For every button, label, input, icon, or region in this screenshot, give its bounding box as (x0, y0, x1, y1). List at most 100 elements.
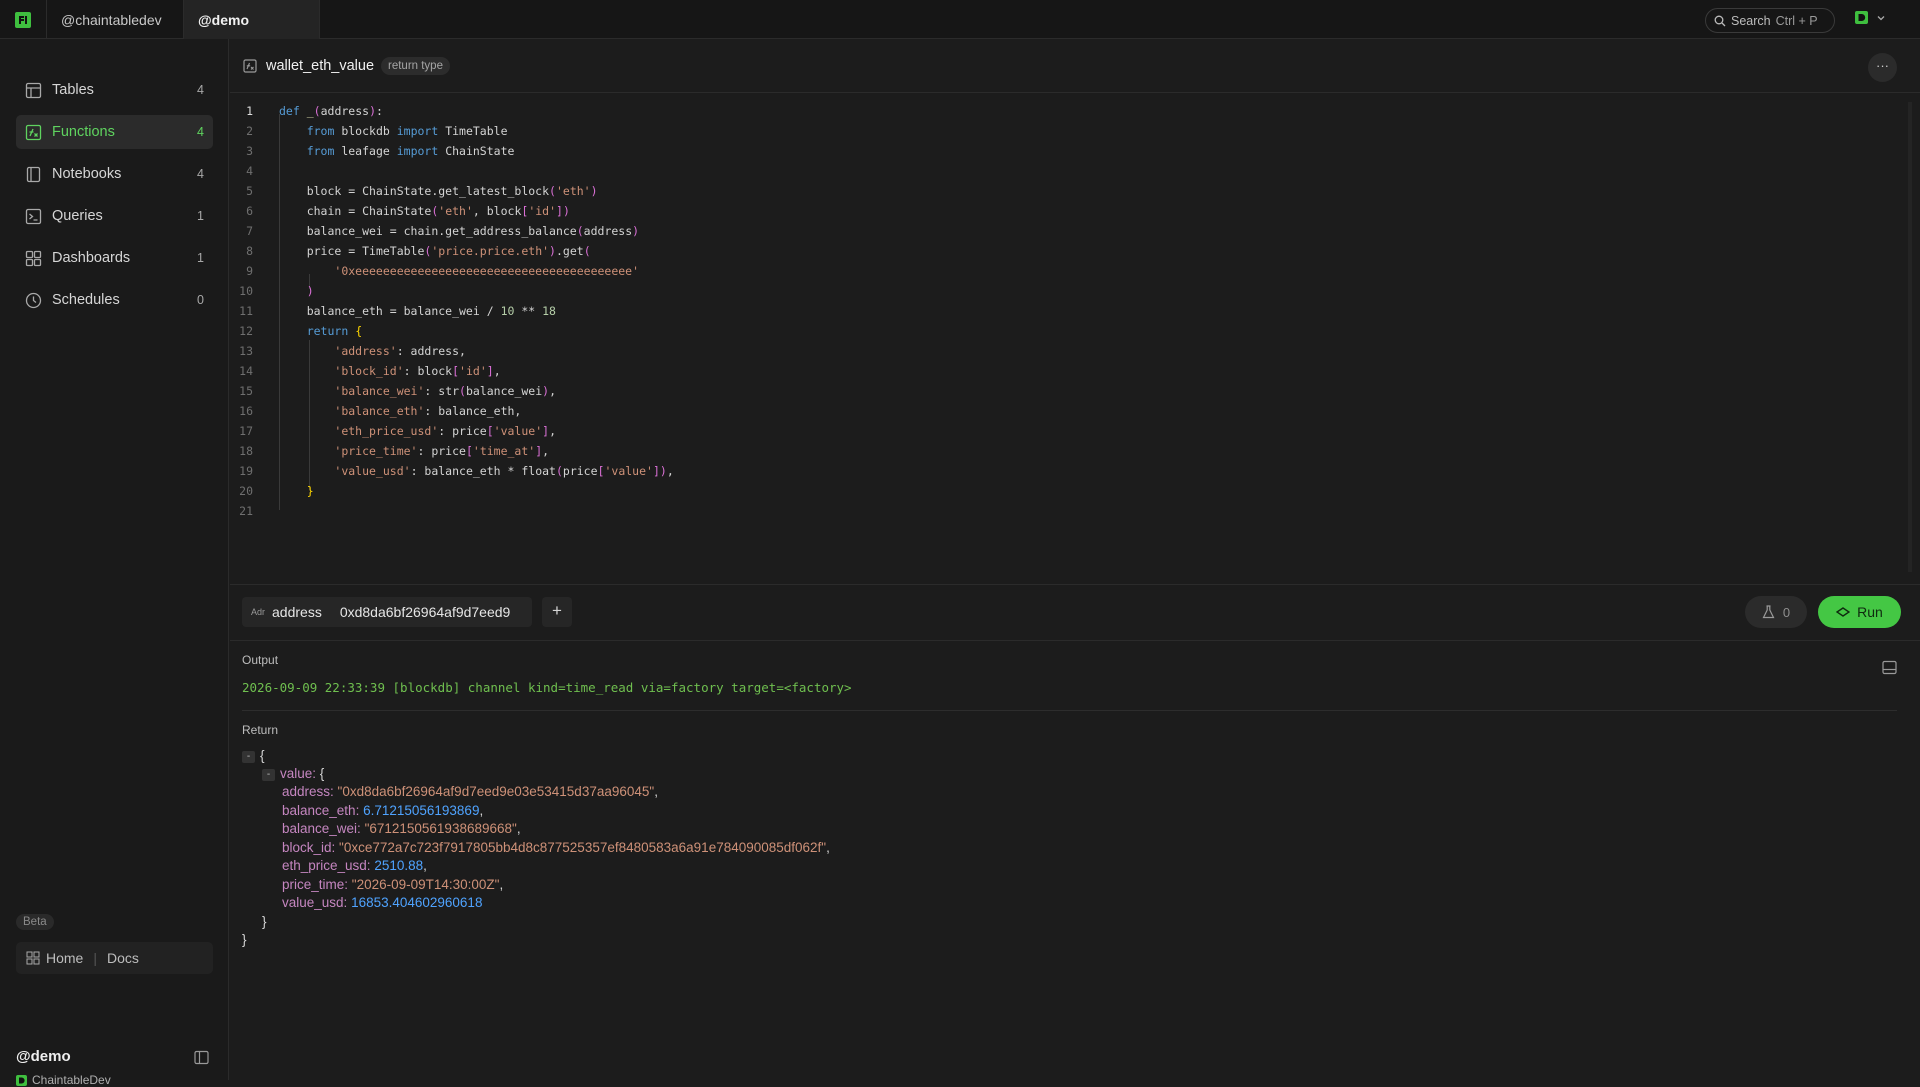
docs-link[interactable]: Docs (107, 950, 139, 966)
account-org[interactable]: ChaintableDev (16, 1073, 111, 1087)
line-number: 15 (239, 384, 253, 398)
sidebar-item-count: 4 (197, 125, 204, 139)
sidebar-item-label: Tables (52, 82, 94, 98)
line-number: 13 (239, 344, 253, 358)
code-editor[interactable]: 1 def _(address): 2 from blockdb import Ti… (230, 94, 1920, 583)
sidebar-item-functions[interactable]: Functions 4 (16, 115, 213, 149)
code-line[interactable]: 'price_time': price['time_at'], (279, 444, 549, 458)
output-panel: Output 2026-09-09 22:33:39 [blockdb] cha… (230, 642, 1920, 1080)
code-line[interactable]: 'block_id': block['id'], (279, 364, 500, 378)
code-line[interactable]: price = TimeTable('price.price.eth').get… (279, 244, 591, 258)
line-number: 20 (239, 484, 253, 498)
json-value[interactable]: "0xd8da6bf26964af9d7eed9e03e53415d37aa96… (338, 784, 655, 799)
code-line[interactable]: 'balance_eth': balance_eth, (279, 404, 521, 418)
collapse-toggle[interactable]: - (262, 769, 275, 781)
sidebar-item-label: Queries (52, 208, 103, 224)
sidebar: Tables 4 Functions 4 Notebooks 4 Queries… (0, 39, 229, 1087)
line-number: 8 (246, 244, 253, 258)
code-line[interactable]: balance_eth = balance_wei / 10 ** 18 (279, 304, 556, 318)
sidebar-item-label: Schedules (52, 292, 120, 308)
workspace-tab-demo[interactable]: @demo (184, 0, 320, 39)
code-line[interactable]: 'eth_price_usd': price['value'], (279, 424, 556, 438)
json-field: block_id: "0xce772a7c723f7917805bb4d8c87… (282, 839, 830, 855)
json-key: address: (282, 784, 338, 799)
sidebar-item-count: 4 (197, 167, 204, 181)
sidebar-item-tables[interactable]: Tables 4 (16, 73, 213, 107)
search-button[interactable]: Search Ctrl + P (1705, 8, 1835, 33)
return-type-badge[interactable]: return type (381, 57, 450, 75)
more-options-button[interactable]: ··· (1868, 53, 1897, 82)
json-value[interactable]: "0xce772a7c723f7917805bb4d8c877525357ef8… (339, 840, 826, 855)
sidebar-item-label: Dashboards (52, 250, 131, 266)
terminal-icon (25, 208, 42, 225)
function-icon (243, 59, 257, 73)
json-value[interactable]: "6712150561938689668" (365, 821, 517, 836)
code-line[interactable]: 'value_usd': balance_eth * float(price['… (279, 464, 673, 478)
account-name: @demo (16, 1048, 71, 1065)
footer-links: Home | Docs (16, 942, 213, 974)
code-line[interactable]: balance_wei = chain.get_address_balance(… (279, 224, 639, 238)
code-line[interactable]: block = ChainState.get_latest_block('eth… (279, 184, 598, 198)
json-field: eth_price_usd: 2510.88, (282, 858, 427, 873)
code-line[interactable]: } (279, 484, 314, 498)
chevron-down-icon (1876, 13, 1886, 23)
dashboard-icon (25, 250, 42, 267)
code-line[interactable]: 'balance_wei': str(balance_wei), (279, 384, 556, 398)
sidebar-item-schedules[interactable]: Schedules 0 (16, 283, 213, 317)
flask-icon (1762, 605, 1775, 619)
sidebar-item-dashboards[interactable]: Dashboards 1 (16, 241, 213, 275)
sidebar-item-notebooks[interactable]: Notebooks 4 (16, 157, 213, 191)
json-field: price_time: "2026-09-09T14:30:00Z", (282, 876, 504, 892)
code-line[interactable]: 'address': address, (279, 344, 466, 358)
sidebar-item-count: 1 (197, 251, 204, 265)
code-line[interactable]: ) (279, 284, 314, 298)
param-address[interactable]: Adr address 0xd8da6bf26964af9d7eed9 (242, 597, 532, 627)
line-number: 4 (246, 164, 253, 178)
collapse-toggle[interactable]: - (242, 751, 255, 763)
sidebar-item-queries[interactable]: Queries 1 (16, 199, 213, 233)
line-number: 7 (246, 224, 253, 238)
divider (242, 710, 1897, 711)
line-number: 19 (239, 464, 253, 478)
function-name[interactable]: wallet_eth_value (266, 58, 374, 74)
line-number: 6 (246, 204, 253, 218)
json-key: value_usd: (282, 895, 352, 910)
top-bar: @chaintabledev @demo Search Ctrl + P (0, 0, 1920, 39)
org-logo-icon (16, 1074, 27, 1086)
line-number: 21 (239, 504, 253, 518)
code-line[interactable]: from blockdb import TimeTable (279, 124, 508, 138)
line-number: 5 (246, 184, 253, 198)
json-value[interactable]: "2026-09-09T14:30:00Z" (352, 877, 500, 892)
workspace-tab-chaintabledev[interactable]: @chaintabledev (46, 0, 184, 39)
run-button[interactable]: Run (1818, 596, 1901, 628)
line-number: 16 (239, 404, 253, 418)
json-value[interactable]: 6.71215056193869 (363, 803, 479, 818)
line-number: 18 (239, 444, 253, 458)
add-param-button[interactable]: + (542, 597, 572, 627)
code-line[interactable]: def _(address): (279, 104, 383, 118)
json-value[interactable]: 2510.88 (374, 858, 423, 873)
home-link[interactable]: Home (46, 950, 83, 966)
json-field: balance_wei: "6712150561938689668", (282, 821, 521, 836)
function-header: wallet_eth_value return type ··· (230, 39, 1920, 93)
collapse-sidebar-icon[interactable] (194, 1050, 209, 1065)
panel-layout-icon[interactable] (1882, 660, 1897, 675)
app-logo-icon[interactable] (14, 11, 32, 29)
code-line[interactable]: '0xeeeeeeeeeeeeeeeeeeeeeeeeeeeeeeeeeeeee… (279, 264, 639, 278)
json-value-close: } (262, 914, 267, 929)
code-line[interactable]: from leafage import ChainState (279, 144, 515, 158)
cost-button[interactable]: 0 (1745, 596, 1807, 628)
avatar (1855, 11, 1868, 24)
profile-menu[interactable] (1855, 11, 1886, 24)
json-key: price_time: (282, 876, 352, 892)
beta-badge: Beta (16, 914, 54, 930)
search-icon (1714, 15, 1726, 27)
output-log-line: 2026-09-09 22:33:39 [blockdb] channel ki… (242, 680, 852, 695)
json-value[interactable]: 16853.404602960618 (351, 895, 482, 910)
param-value-input[interactable]: 0xd8da6bf26964af9d7eed9 (340, 604, 511, 620)
sidebar-item-count: 4 (197, 83, 204, 97)
editor-scrollbar[interactable] (1908, 102, 1912, 572)
link-separator: | (93, 950, 97, 966)
code-line[interactable]: return { (279, 324, 362, 338)
code-line[interactable]: chain = ChainState('eth', block['id']) (279, 204, 570, 218)
